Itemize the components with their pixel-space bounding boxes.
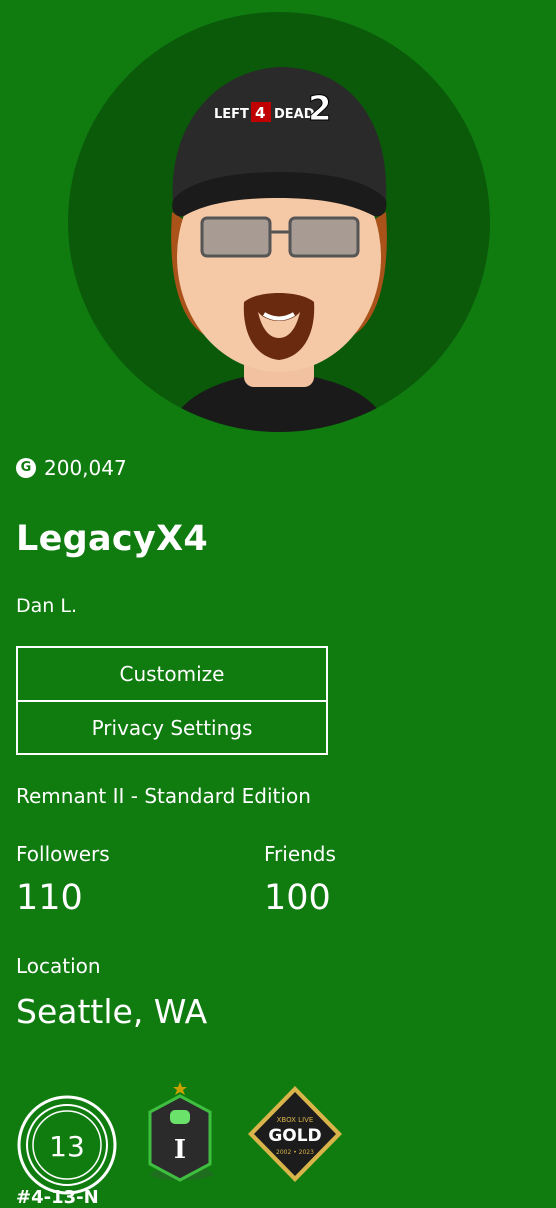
now-playing[interactable]: Remnant II - Standard Edition [16, 782, 311, 810]
gold-badge-top: XBOX LIVE [277, 1116, 314, 1124]
gold-badge-years: 2002 • 2023 [276, 1149, 314, 1156]
customize-button[interactable]: Customize [16, 646, 328, 702]
avatar[interactable]: LEFT 4 DEAD 2 [68, 12, 490, 432]
gamerscore-value: 200,047 [44, 456, 127, 480]
followers-count[interactable]: 110 [16, 876, 83, 920]
rank-letter: I [174, 1135, 186, 1165]
cap-logo-two: 2 [308, 89, 332, 129]
privacy-settings-button[interactable]: Privacy Settings [16, 700, 328, 755]
friends-label: Friends [264, 842, 336, 866]
tenure-badge[interactable]: 13 [16, 1094, 118, 1200]
rank-badge-icon: I [148, 1082, 214, 1182]
tenure-value: 13 [49, 1130, 85, 1163]
friends-count[interactable]: 100 [264, 876, 331, 920]
profile-page: LEFT 4 DEAD 2 G 200,047 LegacyX4 Dan L. … [0, 0, 556, 1208]
cap-logo-number: 4 [255, 104, 265, 122]
xbox-live-gold-badge[interactable]: XBOX LIVE GOLD 2002 • 2023 [246, 1084, 344, 1188]
location-label: Location [16, 954, 101, 978]
location-value: Seattle, WA [16, 992, 208, 1031]
gold-badge-main: GOLD [268, 1126, 321, 1146]
rank-badge[interactable]: I [140, 1080, 224, 1190]
real-name: Dan L. [16, 595, 77, 617]
partial-cut-off-text: #4-13-N [16, 1187, 99, 1208]
gamerscore-icon: G [16, 458, 36, 478]
followers-label: Followers [16, 842, 110, 866]
tenure-badge-icon: 13 [17, 1095, 117, 1195]
cap-logo-left: LEFT [214, 107, 249, 122]
gamertag: LegacyX4 [16, 519, 209, 559]
avatar-illustration: LEFT 4 DEAD 2 [168, 67, 390, 432]
gamerscore: G 200,047 [16, 454, 127, 482]
gold-badge-icon: XBOX LIVE GOLD 2002 • 2023 [248, 1086, 342, 1182]
